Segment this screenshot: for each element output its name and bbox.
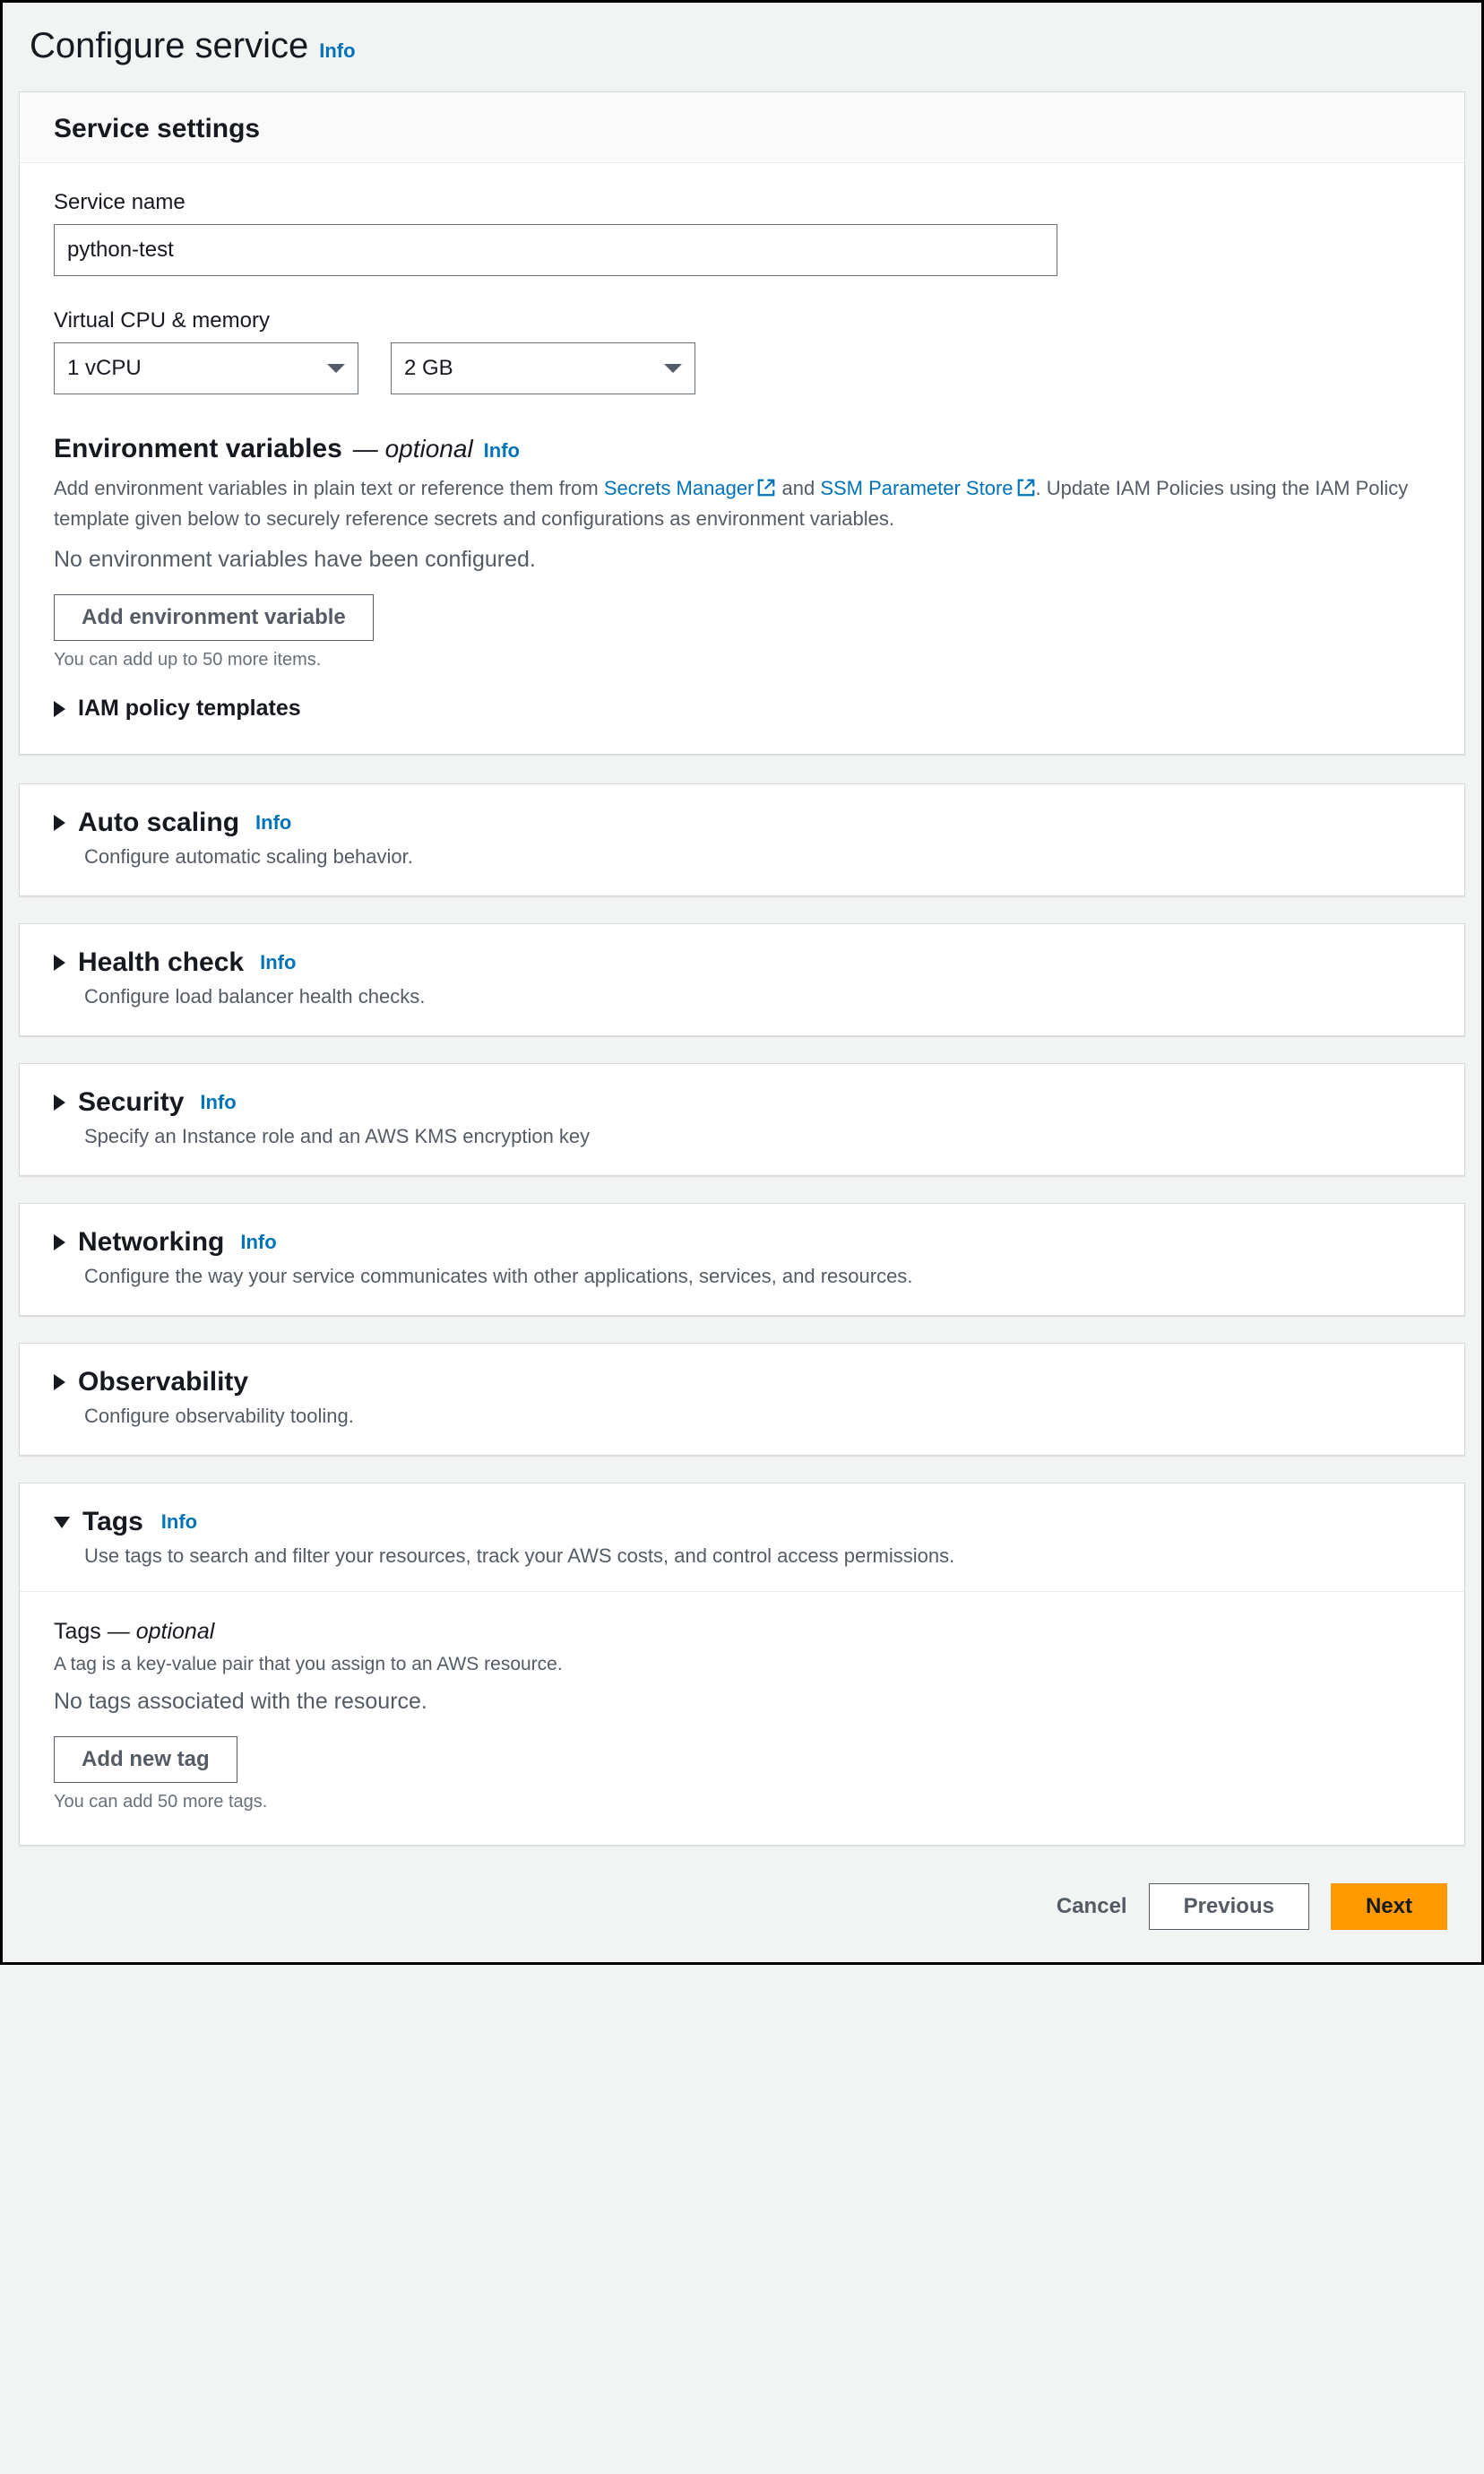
- chevron-right-icon: [54, 1094, 65, 1111]
- env-empty-message: No environment variables have been confi…: [54, 547, 1430, 573]
- auto-scaling-title: Auto scaling: [78, 808, 239, 838]
- service-name-input[interactable]: [54, 224, 1057, 276]
- security-expander[interactable]: Security Info: [54, 1087, 1430, 1118]
- previous-button[interactable]: Previous: [1149, 1883, 1309, 1930]
- chevron-right-icon: [54, 955, 65, 971]
- external-link-icon: [1016, 476, 1036, 496]
- page-info-link[interactable]: Info: [319, 39, 355, 63]
- health-check-panel: Health check Info Configure load balance…: [19, 923, 1465, 1036]
- footer-actions: Cancel Previous Next: [19, 1876, 1465, 1933]
- ssm-parameter-store-link[interactable]: SSM Parameter Store: [820, 477, 1013, 499]
- env-heading: Environment variables: [54, 434, 342, 464]
- chevron-right-icon: [54, 815, 65, 831]
- security-panel: Security Info Specify an Instance role a…: [19, 1063, 1465, 1176]
- chevron-down-icon: [664, 364, 682, 373]
- health-check-title: Health check: [78, 947, 244, 978]
- health-check-info-link[interactable]: Info: [260, 951, 296, 974]
- health-check-desc: Configure load balancer health checks.: [84, 985, 1430, 1008]
- tags-title: Tags: [82, 1507, 143, 1537]
- networking-desc: Configure the way your service communica…: [84, 1265, 1430, 1288]
- tags-expander[interactable]: Tags Info: [54, 1507, 1430, 1537]
- external-link-icon: [756, 476, 776, 496]
- iam-policy-templates-title: IAM policy templates: [78, 696, 301, 722]
- next-button[interactable]: Next: [1331, 1883, 1447, 1930]
- networking-info-link[interactable]: Info: [240, 1231, 276, 1254]
- service-settings-heading: Service settings: [54, 114, 1430, 144]
- page-title: Configure service: [30, 26, 308, 66]
- secrets-manager-link[interactable]: Secrets Manager: [604, 477, 755, 499]
- chevron-down-icon: [54, 1517, 70, 1528]
- observability-expander[interactable]: Observability: [54, 1367, 1430, 1397]
- auto-scaling-info-link[interactable]: Info: [255, 811, 291, 835]
- security-desc: Specify an Instance role and an AWS KMS …: [84, 1125, 1430, 1148]
- networking-expander[interactable]: Networking Info: [54, 1227, 1430, 1258]
- iam-policy-templates-expander[interactable]: IAM policy templates: [54, 696, 1430, 722]
- chevron-right-icon: [54, 1234, 65, 1250]
- add-new-tag-button[interactable]: Add new tag: [54, 1736, 237, 1783]
- vcpu-value: 1 vCPU: [67, 356, 142, 381]
- service-name-label: Service name: [54, 190, 1430, 215]
- health-check-expander[interactable]: Health check Info: [54, 947, 1430, 978]
- tags-panel: Tags Info Use tags to search and filter …: [19, 1483, 1465, 1846]
- env-hint: You can add up to 50 more items.: [54, 650, 1430, 670]
- env-info-link[interactable]: Info: [484, 439, 520, 463]
- service-settings-panel: Service settings Service name Virtual CP…: [19, 91, 1465, 755]
- memory-select[interactable]: 2 GB: [391, 342, 695, 394]
- chevron-down-icon: [327, 364, 345, 373]
- memory-value: 2 GB: [404, 356, 453, 381]
- tags-subheading: Tags — optional: [54, 1619, 1430, 1645]
- env-optional: — optional: [353, 435, 473, 463]
- networking-panel: Networking Info Configure the way your s…: [19, 1203, 1465, 1316]
- auto-scaling-expander[interactable]: Auto scaling Info: [54, 808, 1430, 838]
- tags-desc: Use tags to search and filter your resou…: [84, 1544, 1430, 1568]
- tags-hint: You can add 50 more tags.: [54, 1792, 1430, 1812]
- auto-scaling-panel: Auto scaling Info Configure automatic sc…: [19, 783, 1465, 896]
- cancel-button[interactable]: Cancel: [1057, 1894, 1127, 1919]
- vcpu-memory-label: Virtual CPU & memory: [54, 308, 1430, 333]
- tags-sub-desc: A tag is a key-value pair that you assig…: [54, 1650, 1430, 1680]
- observability-title: Observability: [78, 1367, 248, 1397]
- chevron-right-icon: [54, 701, 65, 717]
- auto-scaling-desc: Configure automatic scaling behavior.: [84, 845, 1430, 869]
- vcpu-select[interactable]: 1 vCPU: [54, 342, 358, 394]
- tags-info-link[interactable]: Info: [161, 1510, 197, 1534]
- networking-title: Networking: [78, 1227, 224, 1258]
- env-description: Add environment variables in plain text …: [54, 473, 1430, 534]
- security-title: Security: [78, 1087, 184, 1118]
- tags-empty-message: No tags associated with the resource.: [54, 1689, 1430, 1715]
- security-info-link[interactable]: Info: [200, 1091, 236, 1114]
- observability-desc: Configure observability tooling.: [84, 1405, 1430, 1428]
- observability-panel: Observability Configure observability to…: [19, 1343, 1465, 1456]
- chevron-right-icon: [54, 1374, 65, 1390]
- add-env-variable-button[interactable]: Add environment variable: [54, 594, 374, 641]
